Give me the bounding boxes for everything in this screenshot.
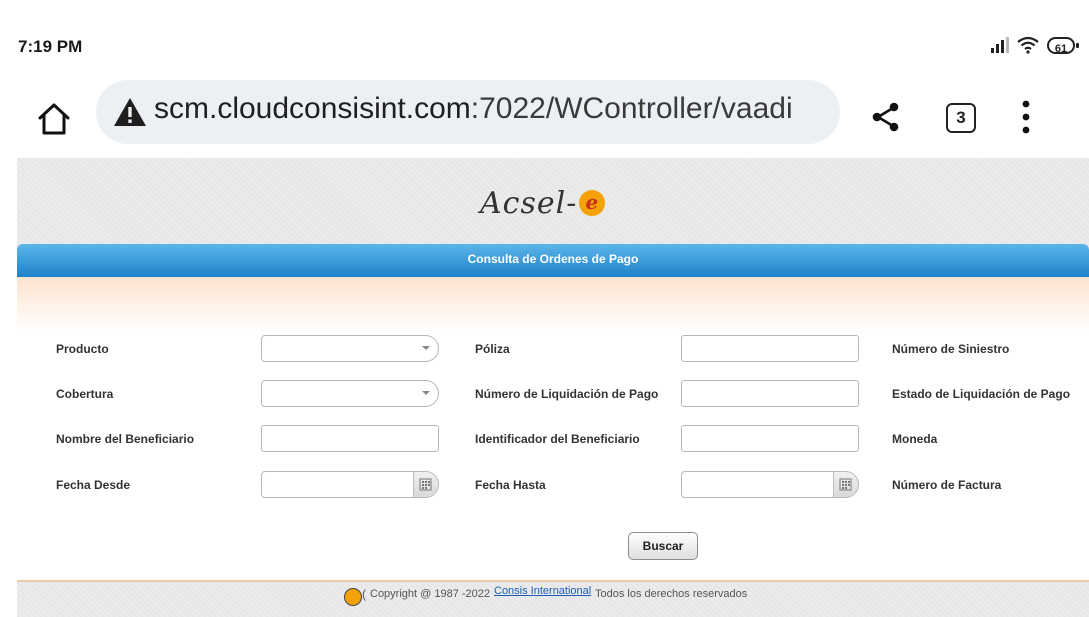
title-gradient-band: [17, 277, 1089, 332]
consis-logo-icon: [344, 588, 362, 606]
signal-icon: [991, 37, 1009, 53]
footer: ( Copyright @ 1987 -2022 Consis Internat…: [17, 582, 1089, 617]
label-poliza: Póliza: [475, 342, 510, 356]
label-fecha-hasta: Fecha Hasta: [475, 478, 546, 492]
dropdown-arrow-icon[interactable]: [422, 391, 430, 395]
cobertura-select[interactable]: [261, 380, 439, 407]
address-bar[interactable]: scm.cloudconsisint.com:7022/WController/…: [96, 80, 840, 144]
dropdown-arrow-icon[interactable]: [422, 346, 430, 350]
logo-e-badge: e: [579, 190, 606, 216]
label-numero-siniestro: Número de Siniestro: [892, 342, 1010, 356]
logo-band: Acsel-e: [17, 158, 1089, 244]
buscar-button[interactable]: Buscar: [628, 532, 698, 560]
home-icon[interactable]: [36, 102, 72, 136]
url-path: :7022/WController/vaadi: [470, 92, 793, 125]
poliza-input[interactable]: [681, 335, 859, 362]
title-bar: Consulta de Ordenes de Pago: [17, 244, 1089, 277]
numero-liquidacion-input[interactable]: [681, 380, 859, 407]
web-page: Acsel-e Consulta de Ordenes de Pago Prod…: [17, 158, 1089, 617]
battery-level: 61: [1054, 42, 1068, 55]
calendar-icon[interactable]: [833, 472, 858, 497]
label-moneda: Moneda: [892, 432, 938, 446]
calendar-icon[interactable]: [413, 472, 438, 497]
label-producto: Producto: [56, 342, 109, 356]
search-form: Producto Póliza Número de Siniestro Cobe…: [17, 332, 1089, 582]
status-time: 7:19 PM: [18, 37, 83, 56]
status-icons: 61: [991, 36, 1079, 55]
nombre-beneficiario-input[interactable]: [261, 425, 439, 452]
url-text[interactable]: scm.cloudconsisint.com:7022/WController/…: [154, 92, 793, 126]
producto-select[interactable]: [261, 335, 439, 362]
rights-text: Todos los derechos reservados: [595, 588, 748, 600]
label-estado-liquidacion: Estado de Liquidación de Pago: [892, 387, 1071, 401]
label-nombre-beneficiario: Nombre del Beneficiario: [56, 432, 195, 446]
warning-icon[interactable]: [113, 96, 147, 128]
fecha-hasta-input[interactable]: [681, 471, 859, 498]
label-cobertura: Cobertura: [56, 387, 114, 401]
share-icon[interactable]: [870, 101, 902, 133]
battery-icon: 61: [1047, 36, 1079, 55]
label-numero-liquidacion: Número de Liquidación de Pago: [475, 387, 659, 401]
status-bar: 7:19 PM 61: [0, 0, 1089, 80]
more-vert-icon[interactable]: [1017, 98, 1035, 136]
wifi-icon: [1017, 36, 1039, 54]
browser-toolbar: scm.cloudconsisint.com:7022/WController/…: [0, 80, 1089, 156]
consis-international-link[interactable]: Consis International: [494, 585, 591, 597]
copyright-text: Copyright @ 1987 -2022: [370, 588, 491, 600]
label-identificador-beneficiario: Identificador del Beneficiario: [475, 432, 640, 446]
page-title: Consulta de Ordenes de Pago: [467, 252, 639, 266]
tab-switcher-button[interactable]: 3: [946, 103, 976, 133]
fecha-desde-input[interactable]: [261, 471, 439, 498]
logo-text: Acsel-: [480, 186, 578, 221]
label-numero-factura: Número de Factura: [892, 478, 1002, 492]
identificador-beneficiario-input[interactable]: [681, 425, 859, 452]
url-host: scm.cloudconsisint.com: [154, 92, 471, 125]
acsel-logo: Acsel-e: [480, 186, 606, 221]
consis-logo-mark: (: [362, 587, 366, 601]
label-fecha-desde: Fecha Desde: [56, 478, 131, 492]
